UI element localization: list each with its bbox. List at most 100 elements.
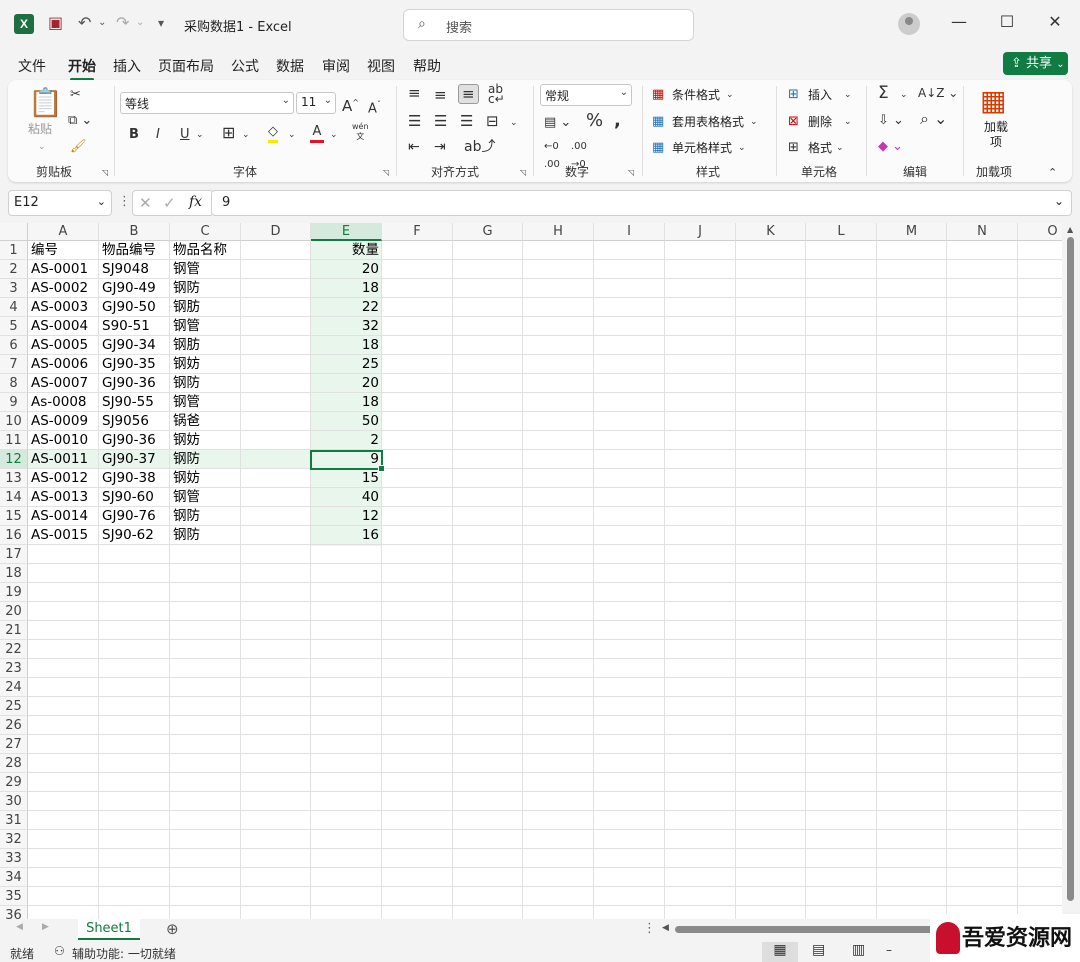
align-middle-icon[interactable]: ≡ [434, 86, 447, 104]
cell-c4[interactable]: 钢肪 [170, 298, 241, 317]
cell-e6[interactable]: 18 [311, 336, 382, 355]
insert-cells-icon[interactable]: ⊞ [788, 86, 799, 104]
cancel-icon[interactable]: ✕ [139, 194, 152, 212]
tab-help[interactable]: 帮助 [413, 56, 441, 76]
cell-e9[interactable]: 18 [311, 393, 382, 412]
cell-c13[interactable]: 钢妨 [170, 469, 241, 488]
row-header-21[interactable]: 21 [0, 621, 28, 640]
customize-toolbar-icon[interactable]: ▾ [158, 12, 164, 34]
cell-e1[interactable]: 数量 [311, 241, 382, 260]
find-select-icon[interactable]: ⌕ ⌄ [920, 110, 947, 128]
cell-e7[interactable]: 25 [311, 355, 382, 374]
formula-input[interactable]: 9 [211, 190, 1072, 216]
row-header-11[interactable]: 11 [0, 431, 28, 450]
column-header-m[interactable]: M [877, 223, 947, 241]
redo-icon[interactable]: ↷ [116, 12, 129, 34]
alignment-launcher-icon[interactable]: ◹ [520, 168, 526, 177]
row-header-12[interactable]: 12 [0, 450, 28, 469]
more-icon[interactable]: ⋮ [118, 194, 131, 209]
redo-dropdown-icon[interactable]: ⌄ [136, 12, 144, 34]
cell-b1[interactable]: 物品编号 [99, 241, 170, 260]
italic-button[interactable]: I [156, 126, 160, 144]
cell-a12[interactable]: AS-0011 [28, 450, 99, 469]
addins-icon[interactable]: ▦ [980, 86, 1006, 116]
cell-e10[interactable]: 50 [311, 412, 382, 431]
cell-c2[interactable]: 钢管 [170, 260, 241, 279]
cell-b7[interactable]: GJ90-35 [99, 355, 170, 374]
cell-c15[interactable]: 钢防 [170, 507, 241, 526]
column-header-h[interactable]: H [523, 223, 594, 241]
cell-a13[interactable]: AS-0012 [28, 469, 99, 488]
worksheet-grid[interactable]: ABCDEFGHIJKLMNO 1 2 3 4 5 6 7 8 9 10 11 12 13 14 15 16 1… [0, 223, 1080, 919]
enter-icon[interactable]: ✓ [163, 194, 176, 212]
cell-a4[interactable]: AS-0003 [28, 298, 99, 317]
page-layout-icon[interactable]: ▤ [812, 942, 825, 958]
scroll-thumb[interactable] [1067, 237, 1074, 901]
column-header-i[interactable]: I [594, 223, 665, 241]
cell-e14[interactable]: 40 [311, 488, 382, 507]
row-header-6[interactable]: 6 [0, 336, 28, 355]
phonetic-guide-icon[interactable]: wén 文 [352, 122, 369, 142]
undo-icon[interactable]: ↶ [78, 12, 91, 34]
cell-a7[interactable]: AS-0006 [28, 355, 99, 374]
cell-c5[interactable]: 钢管 [170, 317, 241, 336]
percent-icon[interactable]: % [586, 112, 603, 130]
cell-c1[interactable]: 物品名称 [170, 241, 241, 260]
scroll-up-icon[interactable]: ▲ [1067, 225, 1073, 234]
save-icon[interactable]: ▣ [48, 12, 63, 34]
cell-e11[interactable]: 2 [311, 431, 382, 450]
conditional-format-button[interactable]: 条件格式 [672, 86, 720, 104]
column-header-a[interactable]: A [28, 223, 99, 241]
tab-review[interactable]: 审阅 [322, 56, 350, 76]
orientation-icon[interactable]: ab⤴ [464, 138, 495, 156]
align-right-icon[interactable]: ☰ [460, 112, 473, 130]
column-header-d[interactable]: D [241, 223, 311, 241]
cell-a1[interactable]: 编号 [28, 241, 99, 260]
avatar[interactable] [898, 13, 920, 35]
font-launcher-icon[interactable]: ◹ [383, 168, 389, 177]
bold-button[interactable]: B [129, 126, 139, 144]
cell-c6[interactable]: 钢肪 [170, 336, 241, 355]
row-header-4[interactable]: 4 [0, 298, 28, 317]
tab-view[interactable]: 视图 [367, 56, 395, 76]
row-header-9[interactable]: 9 [0, 393, 28, 412]
tab-data[interactable]: 数据 [276, 56, 304, 76]
format-painter-icon[interactable]: 🖌 [70, 138, 87, 156]
font-color-icon[interactable]: A [310, 124, 324, 143]
accounting-format-icon[interactable]: ▤ ⌄ [544, 114, 571, 132]
tab-split-icon[interactable]: ⋮ [643, 921, 656, 936]
row-header-18[interactable]: 18 [0, 564, 28, 583]
tab-file[interactable]: 文件 [18, 56, 46, 76]
align-center-icon[interactable]: ☰ [434, 112, 447, 130]
clear-icon[interactable]: ◆ ⌄ [878, 138, 903, 156]
delete-cells-button[interactable]: 删除 [808, 113, 832, 131]
number-format-select[interactable]: 常规 ⌄ [540, 84, 632, 106]
column-header-j[interactable]: J [665, 223, 736, 241]
row-header-34[interactable]: 34 [0, 868, 28, 887]
cell-c14[interactable]: 钢管 [170, 488, 241, 507]
row-header-26[interactable]: 26 [0, 716, 28, 735]
row-header-2[interactable]: 2 [0, 260, 28, 279]
column-header-c[interactable]: C [170, 223, 241, 241]
delete-cells-icon[interactable]: ⊠ [788, 113, 799, 131]
column-header-e[interactable]: E [311, 223, 382, 241]
row-header-30[interactable]: 30 [0, 792, 28, 811]
row-header-3[interactable]: 3 [0, 279, 28, 298]
accessibility-icon[interactable]: ⚇ [54, 944, 65, 958]
cell-a9[interactable]: As-0008 [28, 393, 99, 412]
cell-b13[interactable]: GJ90-38 [99, 469, 170, 488]
cell-b15[interactable]: GJ90-76 [99, 507, 170, 526]
tab-formulas[interactable]: 公式 [231, 56, 259, 76]
share-button[interactable]: ⇪ 共享 ⌄ [1003, 52, 1068, 75]
chevron-down-icon[interactable]: ⌄ [242, 126, 250, 144]
cell-b3[interactable]: GJ90-49 [99, 279, 170, 298]
cell-c10[interactable]: 锅爸 [170, 412, 241, 431]
chevron-down-icon[interactable]: ⌄ [288, 126, 296, 144]
sheet-tab[interactable]: Sheet1 [78, 919, 140, 940]
row-header-7[interactable]: 7 [0, 355, 28, 374]
underline-button[interactable]: U [180, 126, 190, 144]
name-box[interactable]: E12 ⌄ [8, 190, 112, 216]
column-header-k[interactable]: K [736, 223, 806, 241]
cell-a15[interactable]: AS-0014 [28, 507, 99, 526]
cell-a2[interactable]: AS-0001 [28, 260, 99, 279]
